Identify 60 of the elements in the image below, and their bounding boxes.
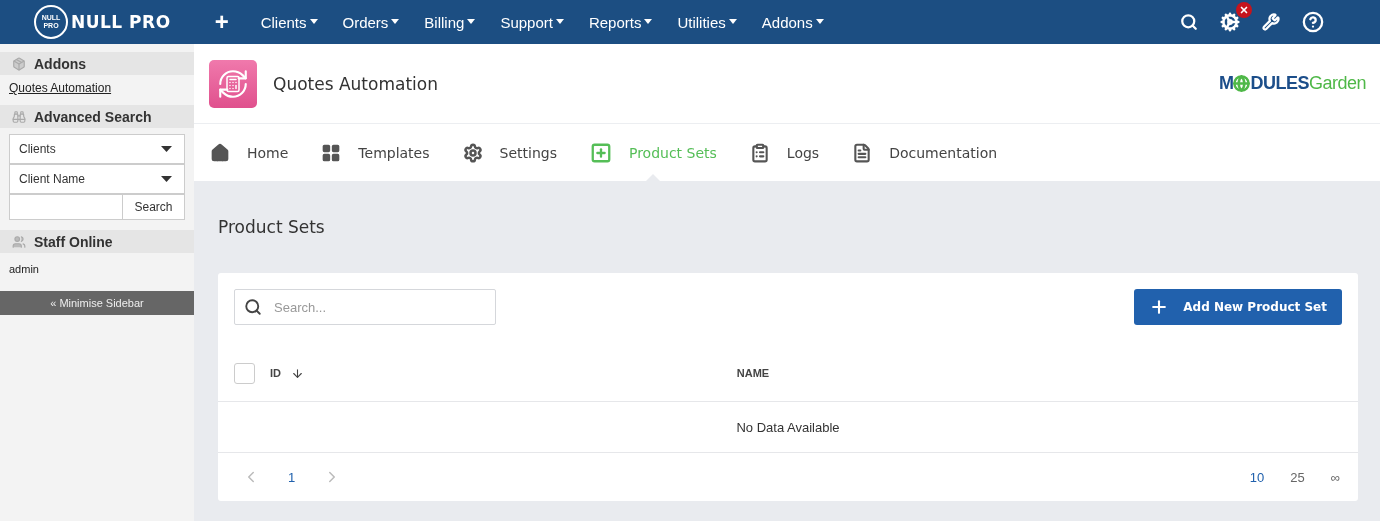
minimise-sidebar-button[interactable]: « Minimise Sidebar (0, 291, 194, 315)
empty-message: No Data Available (218, 402, 1358, 453)
menu-item[interactable]: Addons (749, 13, 837, 31)
section-title: Staff Online (34, 233, 113, 250)
module-title: Quotes Automation (273, 73, 438, 94)
menu-item[interactable]: Clients (248, 13, 331, 31)
logo-text: NULL PRO (71, 12, 171, 32)
caret-icon (814, 19, 825, 25)
select-field[interactable]: Client Name (9, 164, 185, 194)
caret-icon (466, 19, 477, 25)
caret-icon (390, 19, 401, 25)
nav-tab[interactable]: Templates (321, 124, 430, 181)
nav-tab[interactable]: Documentation (852, 124, 998, 181)
menu-item[interactable]: Reports (576, 13, 666, 31)
wrench-icon[interactable] (1262, 13, 1280, 31)
column-header[interactable]: NAME (304, 367, 1342, 379)
help-icon[interactable] (1302, 11, 1324, 33)
page-size-option[interactable]: 10 (1249, 469, 1265, 485)
nav-tab[interactable]: Logs (749, 124, 820, 181)
nav-tab[interactable]: Settings (462, 124, 557, 181)
menu-item[interactable]: Orders (330, 13, 413, 31)
page-size-option[interactable]: 25 (1290, 469, 1305, 485)
page-heading: Product Sets (218, 217, 326, 237)
grid-icon (321, 142, 342, 163)
add-button[interactable]: + (214, 10, 229, 34)
menu-item[interactable]: Support (488, 13, 577, 31)
binoculars-icon (12, 109, 26, 124)
menu-item[interactable]: Utilities (665, 13, 750, 31)
menu-item[interactable]: Billing (412, 13, 489, 31)
users-icon (12, 234, 26, 249)
nav-tab[interactable]: Home (210, 124, 289, 181)
caret-icon (643, 19, 654, 25)
caret-icon (161, 176, 172, 182)
caret-icon (554, 19, 565, 25)
select-all-checkbox[interactable] (234, 362, 255, 384)
staff-name: admin (9, 262, 40, 277)
document-icon (852, 142, 873, 163)
sidebar-link[interactable]: Quotes Automation (9, 81, 185, 95)
clipboard-icon (749, 142, 770, 163)
package-icon (12, 56, 26, 71)
caret-icon (161, 146, 172, 152)
caret-icon (727, 19, 738, 25)
gears-icon[interactable] (1220, 12, 1240, 32)
search-button[interactable]: Search (123, 194, 185, 220)
caret-icon (308, 19, 319, 25)
page-number[interactable]: 1 (288, 469, 296, 485)
search-icon[interactable] (1180, 13, 1198, 31)
settings-icon (462, 142, 483, 163)
brand-logo: M DULESGarden (1218, 73, 1366, 94)
search-field[interactable]: Search... (234, 289, 496, 325)
add-product-set-button[interactable]: Add New Product Set (1134, 289, 1342, 325)
square-plus-icon (589, 141, 612, 164)
app-icon (209, 59, 257, 108)
section-title: Addons (34, 55, 87, 72)
search-input[interactable] (9, 194, 123, 220)
section-title: Advanced Search (34, 108, 152, 125)
page-size-option[interactable]: ∞ (1330, 469, 1340, 485)
column-header[interactable]: ID (270, 366, 304, 380)
home-icon (210, 142, 230, 163)
select-field[interactable]: Clients (9, 134, 185, 164)
